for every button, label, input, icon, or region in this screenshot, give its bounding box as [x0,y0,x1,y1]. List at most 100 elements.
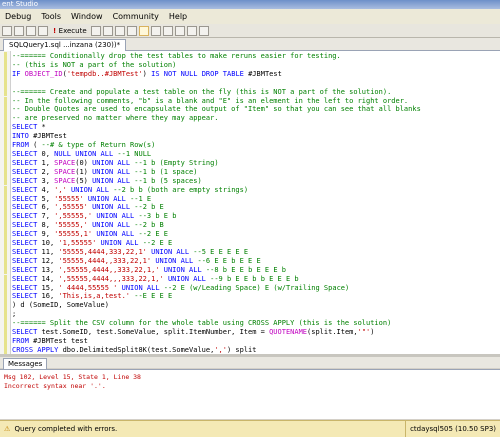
code-line[interactable]: SELECT 15, ' 4444,55555 ' UNION ALL --2 … [12,284,421,293]
change-marker [4,274,7,284]
change-marker [4,221,7,230]
change-marker [4,301,7,311]
code-line[interactable]: SELECT 13, ',55555,4444,,333,22,1,' UNIO… [12,266,421,275]
change-marker [4,52,7,61]
status-message: ⚠ Query completed with errors. [0,421,405,437]
menu-help[interactable]: Help [164,9,192,24]
menu-bar: Debug Tools Window Community Help [0,9,500,24]
code-line[interactable]: SELECT 3, SPACE(5) UNION ALL --1 b (5 sp… [12,177,421,186]
code-line[interactable]: SELECT * [12,123,421,132]
status-text: Query completed with errors. [14,425,118,433]
code-line[interactable]: SELECT 16, 'This,is,a,test.' --E E E E [12,292,421,301]
code-line[interactable]: SELECT 8, '55555,' UNION ALL --2 b B [12,221,421,230]
change-marker [4,230,7,239]
code-line[interactable]: CROSS APPLY dbo.DelimitedSplit8K(test.So… [12,346,421,354]
code-line[interactable]: SELECT 4, ',' UNION ALL --2 b b (both ar… [12,186,421,195]
results-text-icon[interactable] [138,25,149,36]
change-marker [4,247,7,257]
code-line[interactable]: SELECT 1, SPACE(0) UNION ALL --1 b (Empt… [12,159,421,168]
change-marker [4,114,7,124]
uncomment-icon[interactable] [174,25,185,36]
code-line[interactable]: --====== Create and populate a test tabl… [12,88,421,97]
code-line[interactable]: SELECT 9, '55555,1' UNION ALL --2 E E [12,230,421,239]
message-line: Msg 102, Level 15, State 1, Line 38 [4,373,141,381]
warning-icon: ⚠ [4,425,11,433]
comment-icon[interactable] [162,25,173,36]
change-marker [4,78,7,88]
change-marker [4,87,7,97]
code-line[interactable]: --====== Conditionally drop the test tab… [12,52,421,61]
change-marker [4,319,7,328]
debug-icon[interactable] [90,25,101,36]
change-marker [4,327,7,337]
change-marker [4,69,7,79]
code-line[interactable]: -- Double Quotes are used to encapsulate… [12,105,421,114]
code-line[interactable]: ) d (SomeID, SomeValue) [12,301,421,310]
change-marker [4,123,7,133]
results-grid-icon[interactable] [126,25,137,36]
document-tabs: SQLQuery1.sql ...inzana (230))* [0,38,500,51]
change-marker [4,185,7,195]
menu-community[interactable]: Community [108,9,164,24]
change-marker [4,292,7,302]
indent-icon[interactable] [186,25,197,36]
change-marker [4,132,7,141]
results-tabs: Messages [0,357,500,369]
code-line[interactable]: SELECT 11, '55555,4444,333,22,1' UNION A… [12,248,421,257]
change-marker [4,203,7,213]
stop-icon[interactable] [102,25,113,36]
change-marker [4,212,7,222]
change-marker [4,105,7,115]
status-bar: ⚠ Query completed with errors. ctdaysql5… [0,420,500,437]
menu-tools[interactable]: Tools [36,9,66,24]
change-marker [4,167,7,177]
code-line[interactable]: -- (this is NOT a part of the solution) [12,61,421,70]
change-marker [4,345,7,354]
code-line[interactable]: FROM ( --# & type of Return Row(s) [12,141,421,150]
execute-button[interactable]: Execute [51,27,89,35]
code-line[interactable]: --====== Split the CSV column for the wh… [12,319,421,328]
code-line[interactable]: INTO #JBMTest [12,132,421,141]
code-text[interactable]: --====== Conditionally drop the test tab… [12,52,421,354]
check-icon[interactable] [114,25,125,36]
code-line[interactable]: SELECT test.SomeID, test.SomeValue, spli… [12,328,421,337]
toolbar: Execute [0,24,500,38]
editor-gutter [0,51,11,354]
messages-pane: Msg 102, Level 15, State 1, Line 38 Inco… [0,369,500,419]
code-line[interactable]: -- are preserved no matter where they ma… [12,114,421,123]
code-line[interactable]: SELECT 12, '55555,4444,,333,22,1' UNION … [12,257,421,266]
change-marker [4,256,7,266]
change-marker [4,149,7,159]
query-editor[interactable]: --====== Conditionally drop the test tab… [0,51,500,354]
code-line[interactable]: SELECT 7, ',55555,' UNION ALL --3 b E b [12,212,421,221]
code-line[interactable]: ​ [12,79,421,88]
code-line[interactable]: -- In the following comments, "b" is a b… [12,97,421,106]
database-icon[interactable] [2,25,12,36]
code-line[interactable]: IF OBJECT_ID('tempdb..#JBMTest') IS NOT … [12,70,421,79]
outdent-icon[interactable] [198,25,209,36]
change-marker [4,310,7,319]
code-line[interactable]: SELECT 6, ',55555' UNION ALL --2 b E [12,203,421,212]
change-marker [4,141,7,150]
message-line: Incorrect syntax near '.'. [4,382,106,390]
server-name: ctdaysql505 (10.50 SP3) [405,421,500,437]
save-icon[interactable] [26,25,36,36]
code-line[interactable]: FROM #JBMTest test [12,337,421,346]
code-line[interactable]: SELECT 10, '1,55555' UNION ALL --2 E E [12,239,421,248]
menu-debug[interactable]: Debug [0,9,36,24]
menu-window[interactable]: Window [66,9,108,24]
results-file-icon[interactable] [150,25,161,36]
code-line[interactable]: SELECT 14, ',55555,4444,,,333,22,1,' UNI… [12,275,421,284]
code-line[interactable]: SELECT 0, NULL UNION ALL --1 NULL [12,150,421,159]
open-icon[interactable] [38,25,48,36]
change-marker [4,60,7,70]
new-query-icon[interactable] [14,25,24,36]
code-line[interactable]: SELECT 5, '55555' UNION ALL --1 E [12,195,421,204]
tab-sqlquery1[interactable]: SQLQuery1.sql ...inzana (230))* [3,39,127,51]
code-line[interactable]: ; [12,310,421,319]
change-marker [4,238,7,248]
change-marker [4,283,7,293]
tab-messages[interactable]: Messages [3,358,48,369]
code-line[interactable]: SELECT 2, SPACE(1) UNION ALL --1 b (1 sp… [12,168,421,177]
change-marker [4,96,7,106]
